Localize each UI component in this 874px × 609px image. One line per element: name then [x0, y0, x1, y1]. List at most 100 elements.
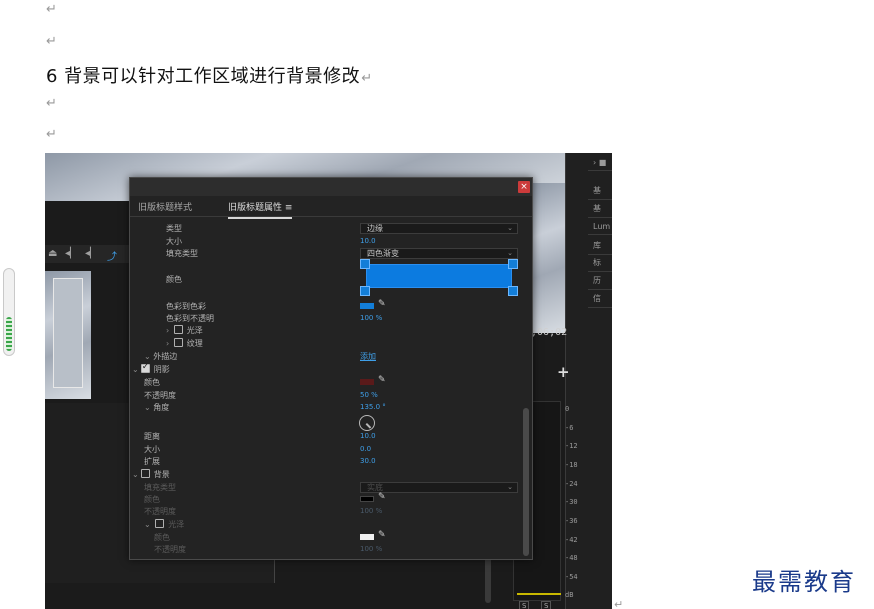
shadow-opacity-label: 不透明度	[144, 391, 176, 400]
heading-text: 6 背景可以针对工作区域进行背景修改	[46, 66, 361, 87]
color-to-opacity-label: 色彩到不透明	[166, 314, 214, 323]
panel-tab-3[interactable]: Lum	[587, 222, 612, 235]
shadow-row[interactable]: ⌄阴影	[132, 362, 170, 375]
eyedropper-icon[interactable]: ✎	[378, 530, 386, 540]
panel-tab-1[interactable]: 基	[588, 185, 612, 200]
meter-scale-label: -12	[565, 442, 578, 450]
timeline-scrollbar[interactable]	[485, 553, 491, 603]
sheen-color-swatch[interactable]	[360, 534, 374, 540]
legacy-title-dialog: × 旧版标题样式 旧版标题属性 ≡ 类型 边缘 ⌄ 大小 10.0 填充类型 四色…	[129, 177, 533, 560]
dialog-titlebar[interactable]	[130, 178, 532, 196]
panel-tab-5[interactable]: 标	[588, 257, 612, 272]
tab-legacy-title-styles[interactable]: 旧版标题样式	[138, 200, 192, 217]
size-label: 大小	[166, 237, 182, 246]
background-checkbox[interactable]	[140, 469, 150, 478]
tab-divider	[130, 216, 532, 217]
sheen-color-label: 颜色	[154, 533, 170, 542]
scroll-thumb[interactable]	[6, 317, 12, 351]
add-stroke-link[interactable]: 添加	[360, 351, 376, 362]
paragraph-mark: ↵	[46, 2, 57, 17]
chevron-down-icon[interactable]: ⌄	[144, 352, 151, 361]
eyedropper-icon[interactable]: ✎	[378, 375, 386, 385]
menu-icon[interactable]: ≡	[285, 203, 293, 213]
sheen-row[interactable]: › 光泽	[166, 325, 203, 336]
background-row[interactable]: ⌄ 背景	[132, 469, 170, 480]
background-fill-type-label: 填充类型	[144, 483, 176, 492]
texture-row[interactable]: › 纹理	[166, 338, 203, 349]
shadow-spread-label: 扩展	[144, 457, 160, 466]
solo-button-left[interactable]: S	[519, 601, 530, 609]
step-icon[interactable]: ◂▏	[85, 248, 98, 259]
gradient-stop-top-right[interactable]	[508, 259, 518, 269]
chevron-down-icon: ⌄	[507, 224, 513, 232]
chevron-right-icon[interactable]: ›	[166, 326, 169, 335]
background-sheen-checkbox[interactable]	[155, 519, 165, 528]
tab-label: 旧版标题属性	[228, 203, 283, 213]
meter-scale-label: -42	[565, 536, 578, 544]
eyedropper-icon[interactable]: ✎	[378, 299, 386, 309]
meter-scale-label: -6	[565, 424, 574, 432]
panel-tab-4[interactable]: 库	[588, 240, 612, 255]
chevron-right-icon[interactable]: ›	[166, 339, 169, 348]
shadow-distance-value[interactable]: 10.0	[360, 432, 376, 440]
background-sheen-row[interactable]: ⌄ 光泽	[144, 519, 184, 530]
angle-dial-icon[interactable]	[359, 415, 375, 431]
panel-tab-6[interactable]: 历	[588, 275, 612, 290]
color-label: 颜色	[166, 275, 182, 284]
chevron-down-icon: ⌄	[507, 249, 513, 257]
step-back-icon[interactable]: ◂▏	[65, 248, 78, 259]
color-to-opacity-value[interactable]: 100 %	[360, 314, 382, 322]
meter-scale-label: -30	[565, 498, 578, 506]
color-swatch[interactable]	[360, 303, 374, 309]
document-scrollbar[interactable]	[3, 268, 15, 356]
paragraph-mark: ↵	[614, 598, 624, 609]
export-frame-icon[interactable]: ⤴	[107, 248, 117, 263]
type-select[interactable]: 边缘 ⌄	[360, 223, 518, 234]
gradient-stop-bottom-right[interactable]	[508, 286, 518, 296]
sheen-opacity-label: 不透明度	[154, 545, 186, 554]
fill-type-label: 填充类型	[166, 249, 198, 258]
paragraph-mark: ↵	[361, 71, 373, 86]
meter-scale-label: -48	[565, 554, 578, 562]
add-button[interactable]: +	[557, 363, 570, 381]
texture-checkbox[interactable]	[173, 338, 183, 347]
gradient-stop-bottom-left[interactable]	[360, 286, 370, 296]
shadow-angle-row[interactable]: ⌄ 角度	[144, 402, 169, 413]
chevron-down-icon: ⌄	[507, 483, 513, 491]
outer-stroke-row[interactable]: ⌄ 外描边	[144, 351, 177, 362]
tool-icon[interactable]: ⏏	[48, 248, 57, 259]
chevron-down-icon[interactable]: ⌄	[132, 470, 139, 479]
shadow-size-label: 大小	[144, 445, 160, 454]
shadow-size-value[interactable]: 0.0	[360, 445, 371, 453]
shadow-checkbox[interactable]	[140, 362, 150, 373]
shadow-color-swatch[interactable]	[360, 379, 374, 385]
paragraph-mark: ↵	[46, 127, 57, 142]
chevron-down-icon[interactable]: ⌄	[144, 520, 151, 529]
chevron-down-icon[interactable]: ⌄	[144, 403, 151, 412]
shadow-angle-value[interactable]: 135.0 °	[360, 403, 386, 411]
gradient-stop-top-left[interactable]	[360, 259, 370, 269]
dialog-scrollbar[interactable]	[523, 408, 529, 556]
source-toolbar: ⏏ ◂▏ ◂▏ ⤴	[45, 245, 129, 263]
watermark-logo: 最需教育	[752, 568, 856, 596]
background-color-swatch[interactable]	[360, 496, 374, 502]
size-value[interactable]: 10.0	[360, 237, 376, 245]
shadow-spread-value[interactable]: 30.0	[360, 457, 376, 465]
eyedropper-icon[interactable]: ✎	[378, 492, 386, 502]
panel-tab-7[interactable]: 信	[588, 293, 612, 308]
meter-scale-label: -54	[565, 573, 578, 581]
sheen-checkbox[interactable]	[173, 325, 183, 334]
fill-type-select[interactable]: 四色渐变 ⌄	[360, 248, 518, 259]
panel-menu-icon[interactable]: › ■	[587, 158, 612, 171]
solo-button-right[interactable]: S	[541, 601, 552, 609]
panel-tab-2[interactable]: 基	[588, 203, 612, 218]
close-button[interactable]: ×	[518, 181, 530, 193]
shadow-distance-label: 距离	[144, 432, 160, 441]
paragraph-mark: ↵	[46, 34, 57, 49]
meter-scale-label: -18	[565, 461, 578, 469]
background-opacity-value[interactable]: 100 %	[360, 507, 382, 515]
chevron-down-icon[interactable]: ⌄	[132, 365, 139, 374]
sheen-opacity-value[interactable]: 100 %	[360, 545, 382, 553]
shadow-opacity-value[interactable]: 50 %	[360, 391, 378, 399]
four-color-gradient-preview[interactable]	[366, 264, 512, 288]
